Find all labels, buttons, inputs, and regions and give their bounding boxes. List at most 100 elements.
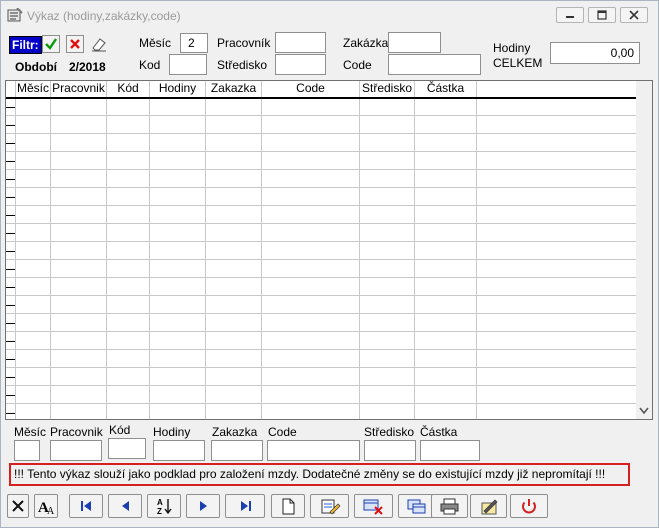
svg-text:A: A	[47, 506, 55, 517]
edit-hodiny-field[interactable]	[153, 440, 205, 461]
edit-document-button[interactable]	[470, 494, 507, 518]
column-header-zakazka[interactable]: Zakazka	[206, 81, 261, 97]
grid-row-line	[6, 295, 638, 296]
window-title: Výkaz (hodiny,zakázky,code)	[27, 9, 181, 23]
grid-row-line	[6, 349, 638, 350]
grid-header-line	[6, 97, 638, 99]
prev-record-button[interactable]	[108, 494, 142, 518]
row-selector-line	[6, 395, 15, 396]
celkem-label: CELKEM	[493, 56, 543, 70]
row-selector-line	[6, 413, 15, 414]
vertical-scrollbar[interactable]	[636, 81, 652, 419]
mesic-input[interactable]: 2	[180, 33, 208, 53]
row-selector-line	[6, 179, 15, 180]
close-button[interactable]	[7, 494, 29, 518]
warning-notice: !!! Tento výkaz slouží jako podklad pro …	[9, 463, 630, 486]
grid-column-line	[149, 81, 150, 419]
column-header-mesic[interactable]: Měsíc	[16, 81, 50, 97]
code-label: Code	[343, 58, 372, 72]
new-record-button[interactable]	[271, 494, 305, 518]
bottom-label-castka: Částka	[420, 425, 458, 439]
row-selector-line	[6, 323, 15, 324]
row-selector-line	[6, 359, 15, 360]
column-header-stredisko[interactable]: Středisko	[360, 81, 414, 97]
column-header-pracovnik[interactable]: Pracovnik	[51, 81, 106, 97]
new-document-icon	[282, 498, 295, 515]
row-selector-line	[6, 215, 15, 216]
grid-row-line	[6, 133, 638, 134]
edit-zakazka-field[interactable]	[211, 440, 263, 461]
eraser-icon	[92, 38, 106, 52]
column-header-castka[interactable]: Částka	[415, 81, 476, 97]
sort-button[interactable]: AZ	[147, 494, 181, 518]
grid-column-line	[261, 81, 262, 419]
period-label: Období	[15, 60, 57, 74]
grid-row-line	[6, 241, 638, 242]
row-selector-line	[6, 161, 15, 162]
close-icon	[12, 500, 24, 512]
close-window-button[interactable]	[620, 7, 648, 23]
filter-clear-button[interactable]	[90, 35, 108, 53]
row-selector-line	[6, 287, 15, 288]
mesic-label: Měsíc	[139, 36, 172, 50]
edit-record-button[interactable]	[310, 494, 349, 518]
row-selector-line	[6, 197, 15, 198]
filter-cancel-button[interactable]	[66, 35, 84, 53]
x-icon	[70, 39, 80, 49]
main-window: Výkaz (hodiny,zakázky,code) Filtr: Obdob…	[0, 0, 659, 528]
next-record-button[interactable]	[186, 494, 220, 518]
print-button[interactable]	[431, 494, 468, 518]
first-record-icon	[81, 501, 91, 511]
edit-kod-field[interactable]	[108, 438, 146, 459]
row-selector-line	[6, 341, 15, 342]
hodiny-label: Hodiny	[493, 41, 531, 55]
grid-column-line	[476, 81, 477, 419]
row-selector-line	[6, 125, 15, 126]
grid-row-line	[6, 187, 638, 188]
grid-column-line	[50, 81, 51, 419]
grid-row-line	[6, 169, 638, 170]
kod-input[interactable]	[169, 54, 207, 75]
app-icon	[7, 7, 23, 22]
code-input[interactable]	[388, 54, 481, 75]
first-record-button[interactable]	[69, 494, 103, 518]
filter-badge: Filtr:	[9, 36, 42, 54]
grid-column-line	[205, 81, 206, 419]
edit-pracovnik-field[interactable]	[50, 440, 102, 461]
edit-stredisko-field[interactable]	[364, 440, 416, 461]
edit-mesic-field[interactable]	[14, 440, 40, 461]
delete-record-button[interactable]	[354, 494, 393, 518]
bottom-label-mesic: Měsíc	[14, 425, 47, 439]
power-icon	[522, 499, 536, 514]
column-header-code[interactable]: Code	[262, 81, 359, 97]
edit-pencil-icon	[481, 499, 498, 515]
svg-text:A: A	[157, 498, 163, 507]
pracovnik-input[interactable]	[275, 32, 326, 53]
grid-row-line	[6, 151, 638, 152]
grid-row-line	[6, 367, 638, 368]
minimize-button[interactable]	[556, 7, 584, 23]
column-header-kod[interactable]: Kód	[107, 81, 149, 97]
bottom-label-code: Code	[268, 425, 297, 439]
font-button[interactable]: AA	[34, 494, 58, 518]
scroll-down-icon[interactable]	[636, 405, 652, 417]
check-icon	[45, 38, 57, 50]
exit-button[interactable]	[510, 494, 548, 518]
edit-castka-field[interactable]	[420, 440, 480, 461]
copy-record-button[interactable]	[398, 494, 435, 518]
last-record-button[interactable]	[225, 494, 265, 518]
records-grid[interactable]: Měsíc Pracovnik Kód Hodiny Zakazka Code …	[5, 80, 653, 420]
grid-row-line	[6, 331, 638, 332]
zakazka-label: Zakázka	[343, 36, 389, 50]
column-header-hodiny[interactable]: Hodiny	[150, 81, 205, 97]
edit-code-field[interactable]	[267, 440, 360, 461]
row-selector-line	[6, 269, 15, 270]
filter-apply-button[interactable]	[42, 35, 60, 53]
print-icon	[440, 498, 459, 515]
grid-row-line	[6, 313, 638, 314]
maximize-button[interactable]	[588, 7, 616, 23]
stredisko-input[interactable]	[275, 54, 326, 75]
prev-record-icon	[122, 501, 129, 511]
row-selector-line	[6, 107, 15, 108]
zakazka-input[interactable]	[388, 32, 441, 53]
